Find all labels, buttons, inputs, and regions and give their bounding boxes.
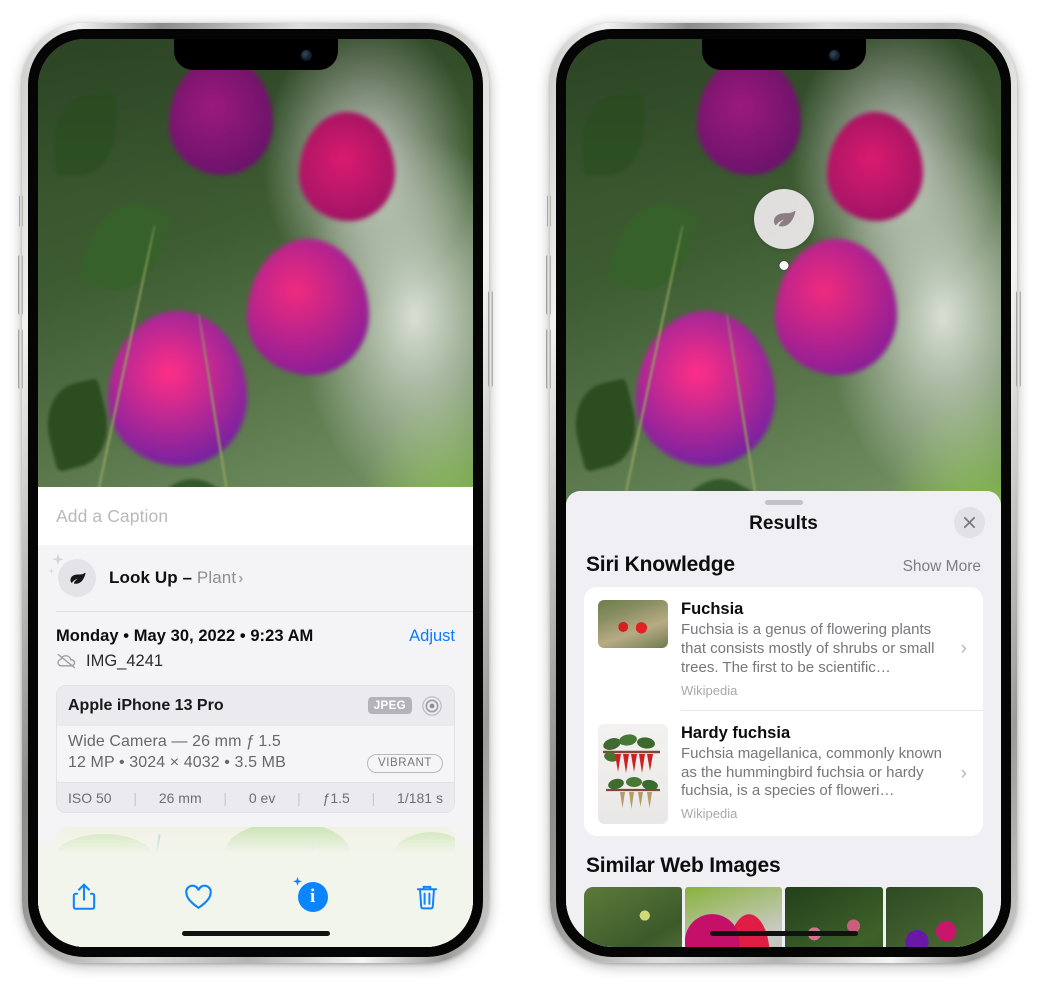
siri-knowledge-card: Fuchsia Fuchsia is a genus of flowering … — [584, 587, 983, 836]
volume-up-button[interactable] — [546, 255, 551, 315]
knowledge-source: Wikipedia — [681, 682, 738, 698]
visual-look-up-anchor-dot — [779, 261, 788, 270]
leaf-icon — [773, 211, 795, 227]
hardy-fuchsia-illustration — [603, 734, 660, 809]
device-bezel: Add a Caption Look Up – Plant › Monday •… — [28, 29, 483, 957]
exif-aperture: ƒ1.5 — [322, 789, 350, 806]
siri-knowledge-header: Siri Knowledge Show More — [566, 551, 1001, 587]
siri-knowledge-title: Siri Knowledge — [586, 553, 735, 576]
chevron-right-icon: › — [238, 570, 244, 587]
aperture-icon — [422, 696, 442, 716]
front-camera — [828, 50, 840, 61]
look-up-row[interactable]: Look Up – Plant › — [38, 545, 473, 611]
results-header: Results — [566, 505, 1001, 551]
similar-web-images-strip[interactable] — [566, 886, 1001, 947]
show-more-button[interactable]: Show More — [903, 558, 981, 576]
look-up-icon-wrap — [48, 553, 96, 597]
volume-down-button[interactable] — [546, 329, 551, 389]
knowledge-source: Wikipedia — [681, 806, 738, 822]
exif-separator: | — [297, 789, 301, 806]
knowledge-title: Hardy fuchsia — [681, 723, 791, 742]
share-icon — [72, 883, 96, 910]
web-image-tile[interactable] — [885, 886, 983, 947]
trash-icon — [416, 885, 438, 909]
exif-separator: | — [223, 789, 228, 806]
sparkle-small-icon — [48, 567, 55, 575]
metadata-header: Apple iPhone 13 Pro JPEG — [57, 685, 454, 726]
knowledge-description: Fuchsia magellanica, commonly known as t… — [681, 744, 942, 800]
look-up-subject: Plant — [196, 568, 237, 587]
front-camera — [300, 50, 312, 61]
delete-button[interactable] — [407, 877, 447, 917]
results-sheet: Results Siri Knowledge Show More Fuchsia… — [566, 491, 1001, 947]
volume-down-button[interactable] — [18, 329, 23, 389]
caption-input[interactable]: Add a Caption — [38, 487, 473, 545]
metadata-body: Wide Camera — 26 mm ƒ 1.5 12 MP • 3024 ×… — [57, 725, 454, 782]
power-button[interactable] — [488, 291, 493, 387]
knowledge-item-hardy-fuchsia[interactable]: Hardy fuchsia Fuchsia magellanica, commo… — [584, 711, 983, 836]
volume-up-button[interactable] — [18, 255, 23, 315]
left-screen: Add a Caption Look Up – Plant › Monday •… — [38, 39, 473, 947]
datetime-row: Monday • May 30, 2022 • 9:23 AM Adjust — [38, 612, 473, 648]
device-bezel: Results Siri Knowledge Show More Fuchsia… — [556, 29, 1011, 957]
exif-separator: | — [133, 789, 138, 806]
exif-iso: ISO 50 — [68, 789, 112, 806]
device-model: Apple iPhone 13 Pro — [68, 696, 224, 714]
lens-info: Wide Camera — 26 mm ƒ 1.5 — [68, 732, 281, 750]
photo-datetime: Monday • May 30, 2022 • 9:23 AM — [56, 626, 314, 645]
adjust-button[interactable]: Adjust — [409, 627, 455, 646]
leaf-icon — [69, 572, 86, 584]
image-size-info: 12 MP • 3024 × 4032 • 3.5 MB — [68, 754, 286, 772]
iphone-left-device: Add a Caption Look Up – Plant › Monday •… — [18, 23, 493, 963]
similar-web-images-title: Similar Web Images — [586, 853, 781, 877]
favorite-button[interactable] — [178, 877, 218, 917]
metadata-header-badges: JPEG — [367, 695, 443, 717]
web-image-tile[interactable] — [684, 886, 782, 947]
web-image-tile[interactable] — [785, 886, 883, 947]
knowledge-item-fuchsia[interactable]: Fuchsia Fuchsia is a genus of flowering … — [584, 587, 983, 710]
silent-switch[interactable] — [547, 195, 551, 227]
knowledge-thumbnail — [598, 600, 668, 648]
cloud-slash-icon — [57, 654, 76, 669]
look-up-prefix: Look Up – — [109, 568, 193, 587]
exif-focal: 26 mm — [158, 789, 202, 806]
exif-shutter: 1/181 s — [397, 789, 443, 806]
camera-metadata-card[interactable]: Apple iPhone 13 Pro JPEG Wide Camera — 2… — [56, 684, 455, 813]
knowledge-description: Fuchsia is a genus of flowering plants t… — [681, 621, 935, 676]
knowledge-title: Fuchsia — [681, 600, 744, 618]
exif-separator: | — [371, 789, 376, 806]
home-indicator[interactable] — [709, 931, 858, 936]
device-notch — [173, 39, 338, 70]
look-up-leaf-badge — [58, 559, 96, 597]
close-icon — [963, 516, 976, 529]
share-button[interactable] — [64, 877, 104, 917]
visual-look-up-badge[interactable] — [753, 189, 814, 249]
chevron-right-icon: › — [960, 762, 967, 784]
right-screen: Results Siri Knowledge Show More Fuchsia… — [566, 39, 1001, 947]
exif-ev: 0 ev — [248, 789, 276, 806]
filename-row: IMG_4241 — [38, 648, 473, 683]
home-indicator[interactable] — [181, 931, 330, 936]
chevron-right-icon: › — [960, 637, 967, 659]
photographic-style-badge: VIBRANT — [366, 753, 443, 773]
heart-icon — [185, 884, 212, 909]
info-button[interactable]: i — [292, 876, 333, 917]
toolbar-fade — [38, 827, 473, 861]
exif-strip: ISO 50 | 26 mm | 0 ev | ƒ1.5 | 1/181 s — [57, 781, 454, 812]
device-notch — [701, 39, 866, 70]
photo-filename: IMG_4241 — [86, 651, 164, 670]
sparkle-icon — [292, 876, 302, 886]
knowledge-thumbnail — [598, 723, 668, 824]
close-button[interactable] — [954, 507, 985, 538]
format-badge: JPEG — [367, 697, 412, 715]
screenshot-canvas: Add a Caption Look Up – Plant › Monday •… — [0, 0, 1055, 985]
look-up-label: Look Up – Plant › — [109, 568, 244, 588]
iphone-right-device: Results Siri Knowledge Show More Fuchsia… — [546, 23, 1021, 963]
silent-switch[interactable] — [19, 195, 23, 227]
results-title: Results — [749, 513, 818, 534]
power-button[interactable] — [1016, 291, 1021, 387]
web-image-tile[interactable] — [584, 886, 682, 947]
